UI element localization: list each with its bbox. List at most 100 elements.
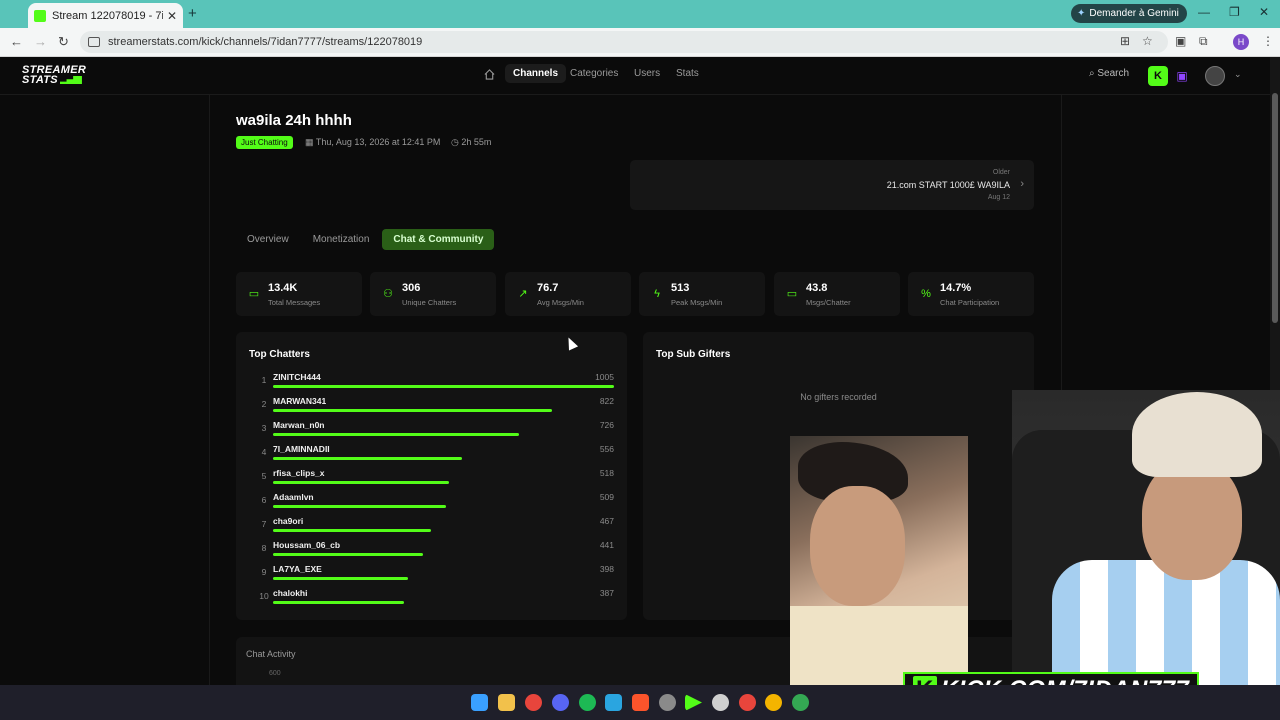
chatter-name[interactable]: chalokhi [273,588,307,598]
chatter-count: 822 [599,396,614,406]
chatter-count: 398 [599,564,614,574]
nav-stats[interactable]: Stats [676,68,699,79]
stat-label: Total Messages [268,298,321,307]
chatter-name[interactable]: Marwan_n0n [273,420,325,430]
twitch-icon[interactable]: ▣ [1173,66,1191,86]
close-icon[interactable]: ✕ [167,9,177,23]
chrome-icon[interactable] [792,694,809,711]
chatter-row[interactable]: 7 cha9ori 467 [249,516,614,540]
chatter-name[interactable]: ZINITCH444 [273,372,321,382]
tab-monetization[interactable]: Monetization [302,229,381,250]
chatter-row[interactable]: 6 Adaamlvn 509 [249,492,614,516]
browser-tab-title: Stream 122078019 - 7idan777 [52,9,163,22]
chatter-name[interactable]: cha9ori [273,516,303,526]
chatter-rank: 4 [261,447,267,457]
chatter-name[interactable]: Adaamlvn [273,492,314,502]
calendar-icon: ▦ [305,137,316,147]
back-icon[interactable]: ← [10,34,23,49]
search-label: Search [1097,68,1130,79]
file-explorer-icon[interactable] [498,694,515,711]
chatter-name[interactable]: Houssam_06_cb [273,540,340,550]
top-sub-gifters-title: Top Sub Gifters [656,349,731,360]
reload-icon[interactable]: ↻ [58,34,69,50]
extensions-puzzle-icon[interactable]: ⧉ [1199,34,1208,49]
profile-avatar[interactable]: H [1233,34,1249,50]
stream-tabs: Overview Monetization Chat & Community [236,229,496,250]
site-info-icon[interactable] [88,37,100,47]
message-icon: ▭ [786,288,798,300]
chrome-icon[interactable] [525,694,542,711]
discord-icon[interactable] [552,694,569,711]
tab-chat-community[interactable]: Chat & Community [382,229,495,250]
brave-icon[interactable] [632,694,649,711]
chatter-row[interactable]: 3 Marwan_n0n 726 [249,420,614,444]
chatter-rank: 5 [261,471,267,481]
url-field[interactable]: streamerstats.com/kick/channels/7idan777… [80,31,1168,53]
chevron-down-icon[interactable]: ⌄ [1234,69,1242,80]
windows-start-icon[interactable] [471,694,488,711]
gemini-button[interactable]: ✦ Demander à Gemini [1071,4,1187,23]
browser-menu-icon[interactable]: ⋮ [1262,34,1274,48]
stat-label: Msgs/Chatter [806,298,851,307]
chatter-rank: 10 [259,591,269,601]
percent-icon: % [921,288,931,300]
chatter-name[interactable]: LA7YA_EXE [273,564,322,574]
settings-gear-icon[interactable] [659,694,676,711]
older-stream-link[interactable]: Older 21.com START 1000£ WA9ILA Aug 12 › [630,160,1034,210]
forward-icon[interactable]: → [34,34,47,49]
translate-icon[interactable]: ⊞ [1120,34,1130,48]
obs-icon[interactable] [712,694,729,711]
webcam-overlay-left [790,436,968,685]
chatter-row[interactable]: 10 chalokhi 387 [249,588,614,612]
search-button[interactable]: ⌕ Search [1089,68,1129,79]
webcam-face [810,486,905,606]
minimize-icon[interactable]: — [1198,5,1210,19]
chatter-row[interactable]: 2 MARWAN341 822 [249,396,614,420]
chatter-row[interactable]: 1 ZINITCH444 1005 [249,372,614,396]
older-label: Older [992,169,1010,176]
chatter-bar [273,433,519,436]
chatter-row[interactable]: 4 7I_AMINNADII 556 [249,444,614,468]
nav-categories[interactable]: Categories [570,68,618,79]
chatter-bar [273,457,462,460]
webcam-overlay-right [1012,390,1280,685]
nav-users[interactable]: Users [634,68,660,79]
tab-overview[interactable]: Overview [236,229,300,250]
spotify-icon[interactable] [579,694,596,711]
stat-value: 76.7 [537,282,559,294]
window-close-icon[interactable]: ✕ [1259,5,1269,19]
chatter-name[interactable]: 7I_AMINNADII [273,444,330,454]
play-icon[interactable] [685,694,702,711]
browser-tab[interactable]: Stream 122078019 - 7idan777 ✕ [28,3,183,28]
chatter-row[interactable]: 9 LA7YA_EXE 398 [249,564,614,588]
bookmark-star-icon[interactable]: ☆ [1142,34,1153,48]
stat-label: Chat Participation [940,298,1000,307]
chatter-name[interactable]: rfisa_clips_x [273,468,325,478]
user-avatar[interactable] [1205,66,1225,86]
chatter-count: 509 [599,492,614,502]
maximize-icon[interactable]: ❐ [1229,5,1240,19]
extension-icon[interactable]: ▣ [1175,34,1186,48]
telegram-icon[interactable] [605,694,622,711]
chatter-row[interactable]: 8 Houssam_06_cb 441 [249,540,614,564]
nav-channels[interactable]: Channels [505,64,567,83]
older-stream-date: Aug 12 [987,194,1010,201]
chrome-icon[interactable] [739,694,756,711]
streamerstats-logo[interactable]: STREAMER STATS [22,65,86,86]
stat-value: 14.7% [940,282,972,294]
older-stream-title: 21.com START 1000£ WA9ILA [886,180,1010,190]
new-tab-icon[interactable]: + [188,5,197,22]
chat-icon: ▭ [248,288,260,300]
chatter-bar [273,385,614,388]
chatter-count: 387 [599,588,614,598]
top-chatters-title: Top Chatters [249,349,310,360]
chrome-icon[interactable] [765,694,782,711]
scrollbar-thumb[interactable] [1272,93,1278,323]
chatter-count: 1005 [595,372,614,382]
chatter-name[interactable]: MARWAN341 [273,396,326,406]
stat-unique-chatters: ⚇ 306 Unique Chatters [370,272,496,316]
kick-platform-button[interactable]: K [1148,66,1168,86]
category-badge[interactable]: Just Chatting [236,136,293,149]
home-icon[interactable] [484,69,495,80]
chatter-row[interactable]: 5 rfisa_clips_x 518 [249,468,614,492]
